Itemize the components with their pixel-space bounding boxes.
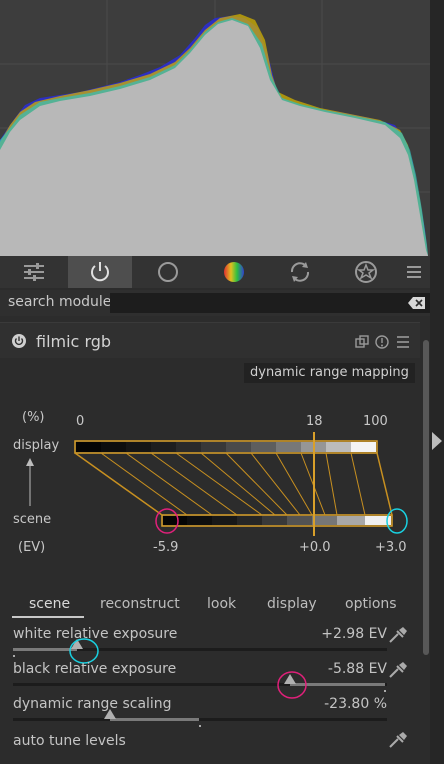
module-header[interactable]: filmic rgb bbox=[0, 322, 420, 359]
display-bar bbox=[74, 440, 378, 454]
dynamic-range-scaling-handle[interactable] bbox=[104, 709, 116, 719]
tab-reconstruct[interactable]: reconstruct bbox=[100, 596, 180, 612]
menu-icon[interactable] bbox=[398, 256, 430, 288]
module-group-toolbar bbox=[0, 256, 430, 288]
refresh-icon[interactable] bbox=[268, 256, 332, 288]
dynamic-range-scaling-value: -23.80 % bbox=[324, 696, 387, 712]
black-exposure-label: black relative exposure bbox=[13, 661, 177, 677]
circle-icon[interactable] bbox=[136, 256, 200, 288]
slider-default-tick bbox=[384, 690, 386, 692]
slider-default-tick bbox=[199, 725, 201, 727]
tab-scene[interactable]: scene bbox=[29, 596, 70, 612]
scene-bar bbox=[161, 514, 393, 527]
dynamic-range-graph bbox=[26, 432, 408, 536]
power-icon[interactable] bbox=[68, 256, 132, 288]
right-panel-strip bbox=[430, 0, 444, 764]
eyedropper-icon[interactable] bbox=[388, 661, 408, 683]
slider-default-tick bbox=[13, 655, 15, 657]
histogram bbox=[0, 0, 430, 256]
module-title: filmic rgb bbox=[36, 332, 112, 351]
black-exposure-slider[interactable] bbox=[13, 674, 387, 686]
search-input[interactable] bbox=[110, 293, 430, 313]
dynamic-range-scaling-slider[interactable] bbox=[13, 709, 387, 721]
scrollbar[interactable] bbox=[423, 340, 429, 655]
auto-tune-levels-label: auto tune levels bbox=[13, 733, 126, 749]
black-exposure-highlight bbox=[277, 671, 307, 699]
favorites-icon[interactable] bbox=[334, 256, 398, 288]
module-power-icon[interactable] bbox=[12, 333, 26, 352]
multi-instance-icon[interactable] bbox=[355, 334, 369, 353]
search-module-row: search module bbox=[0, 290, 430, 316]
search-label: search module bbox=[8, 294, 112, 310]
color-wheel-icon[interactable] bbox=[202, 256, 266, 288]
scene-to-display-arrowhead bbox=[26, 458, 34, 466]
dynamic-range-scaling-fill bbox=[110, 718, 199, 721]
mapping-lines bbox=[74, 452, 393, 516]
eyedropper-icon[interactable] bbox=[388, 731, 408, 753]
reset-icon[interactable] bbox=[375, 334, 389, 353]
tab-look[interactable]: look bbox=[207, 596, 236, 612]
clear-icon[interactable] bbox=[408, 295, 426, 314]
active-tab-indicator bbox=[12, 616, 84, 618]
dynamic-range-scaling-label: dynamic range scaling bbox=[13, 696, 172, 712]
presets-menu-icon[interactable] bbox=[396, 334, 410, 353]
graph-mode-label[interactable]: dynamic range mapping bbox=[244, 363, 415, 383]
tab-display[interactable]: display bbox=[267, 596, 317, 612]
black-exposure-value: -5.88 EV bbox=[327, 661, 387, 677]
sliders-icon[interactable] bbox=[2, 256, 66, 288]
white-exposure-value: +2.98 EV bbox=[321, 626, 387, 642]
right-panel-toggle-arrow[interactable] bbox=[432, 432, 442, 450]
eyedropper-icon[interactable] bbox=[388, 626, 408, 648]
tab-options[interactable]: options bbox=[345, 596, 397, 612]
